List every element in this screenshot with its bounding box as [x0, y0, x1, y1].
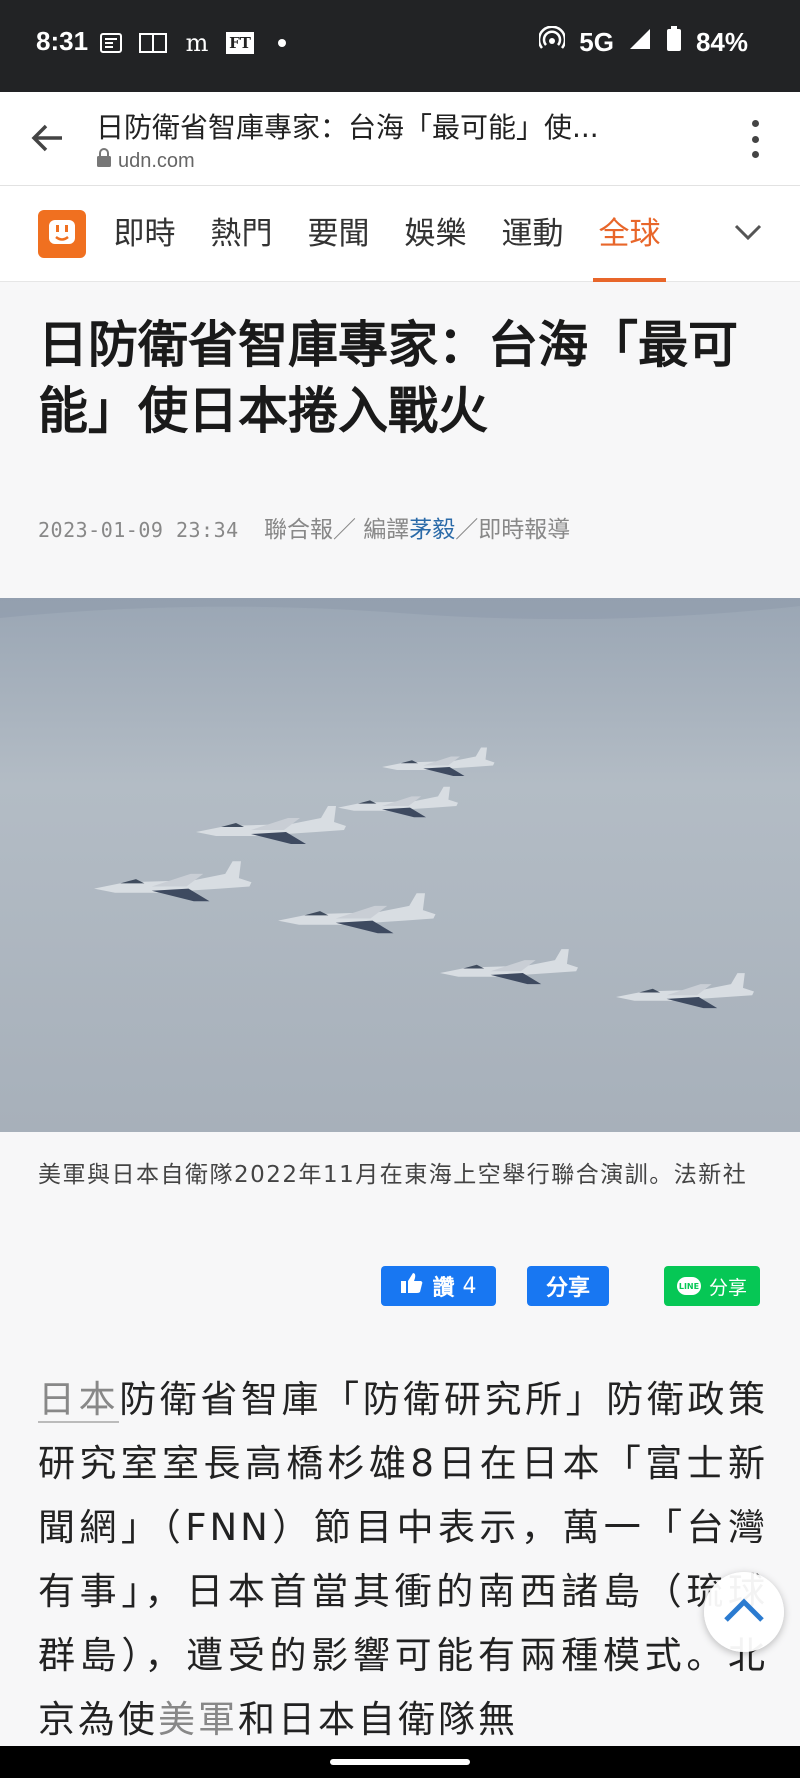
battery-percent: 84% [695, 27, 748, 57]
network-type: 5G [579, 27, 614, 57]
article-section: ／即時報導 [455, 517, 571, 543]
status-time: 8:31 [36, 26, 89, 56]
tab-realtime[interactable]: 即時 [96, 186, 193, 282]
signal-icon [628, 27, 652, 58]
article-author-link[interactable]: 茅毅 [409, 517, 455, 543]
body-text-2: 和日本自衛隊無 [238, 1698, 518, 1741]
page-title: 日防衛省智庫專家：台海「最可能」使... [96, 111, 599, 144]
hotspot-icon [538, 25, 567, 59]
tab-sports[interactable]: 運動 [484, 186, 581, 282]
tab-popular[interactable]: 熱門 [193, 186, 290, 282]
tab-headlines[interactable]: 要聞 [290, 186, 387, 282]
m-notification-icon: m [185, 29, 209, 57]
article-meta: 2023-01-09 23:34 聯合報／ 編譯茅毅／即時報導 [38, 510, 570, 544]
tab-global[interactable]: 全球 [581, 186, 678, 282]
chevron-up-icon [722, 1596, 766, 1628]
url-domain[interactable]: udn.com [96, 148, 195, 174]
more-options-icon[interactable] [750, 120, 760, 158]
line-share-label: 分享 [708, 1276, 747, 1299]
article-date: 2023-01-09 23:34 [38, 518, 239, 542]
udn-logo-icon[interactable] [38, 210, 86, 258]
like-count: 4 [462, 1273, 477, 1299]
status-bar: 8:31 m FT 5G 84% [0, 0, 800, 92]
home-gesture-bar[interactable] [330, 1759, 470, 1765]
site-nav: 即時 熱門 要聞 娛樂 運動 全球 [0, 186, 800, 282]
domain-text: udn.com [118, 149, 195, 172]
photo-caption: 美軍與日本自衛隊2022年11月在東海上空舉行聯合演訓。法新社 [38, 1162, 748, 1188]
reader-notification-icon [138, 28, 168, 58]
like-label: 讚 [432, 1276, 455, 1301]
browser-toolbar: 日防衛省智庫專家：台海「最可能」使... udn.com [0, 92, 800, 186]
lock-icon [96, 148, 112, 174]
back-arrow-icon[interactable] [28, 118, 68, 158]
body-text-1: 防衛省智庫「防衛研究所」防衛政策研究室室長高橋杉雄8日在日本「富士新聞網」（FN… [38, 1378, 769, 1741]
battery-icon [666, 26, 682, 59]
ft-notification-icon: FT [226, 28, 254, 58]
news-notification-icon [98, 28, 124, 58]
article-photo [0, 598, 800, 1132]
tab-entertainment[interactable]: 娛樂 [387, 186, 484, 282]
article-source: 聯合報／ 編譯 [263, 517, 410, 543]
thumbs-up-icon [400, 1272, 424, 1300]
line-share-button[interactable]: LINE 分享 [664, 1266, 760, 1306]
keyword-link-japan[interactable]: 日本 [38, 1378, 120, 1423]
article-headline: 日防衛省智庫專家：台海「最可能」使日本捲入戰火 [38, 316, 738, 440]
keyword-link-us-military[interactable]: 美軍 [158, 1698, 238, 1741]
chevron-down-icon[interactable] [730, 214, 766, 250]
status-right: 5G 84% [538, 25, 748, 59]
more-notifications-dot-icon [276, 28, 288, 58]
scroll-to-top-button[interactable] [704, 1572, 784, 1652]
line-icon: LINE [676, 1277, 701, 1295]
facebook-share-button[interactable]: 分享 [527, 1266, 609, 1306]
facebook-like-button[interactable]: 讚 4 [381, 1266, 496, 1306]
nav-tabs: 即時 熱門 要聞 娛樂 運動 全球 [96, 186, 678, 282]
article-body: 日本防衛省智庫「防衛研究所」防衛政策研究室室長高橋杉雄8日在日本「富士新聞網」（… [38, 1368, 768, 1752]
